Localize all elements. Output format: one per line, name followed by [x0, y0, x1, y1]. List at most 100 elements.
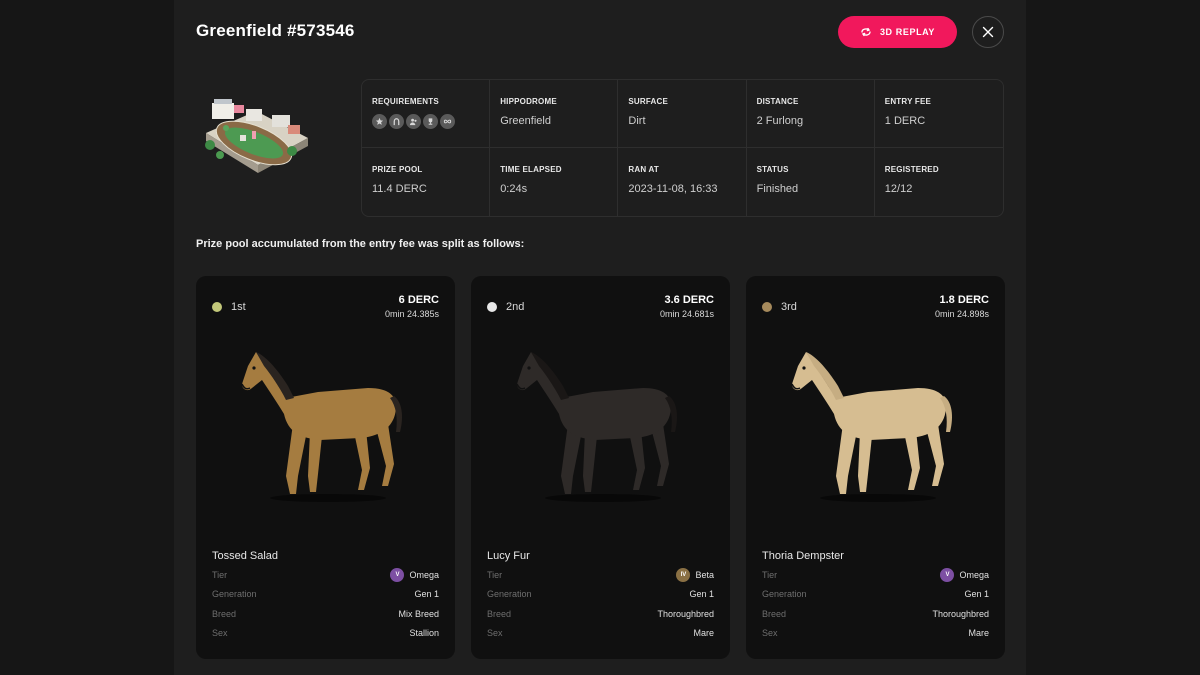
- requirements-cell: REQUIREMENTS: [362, 80, 491, 148]
- tier-label: Tier: [487, 570, 503, 580]
- generation-row: Generation Gen 1: [212, 587, 439, 601]
- sex-value: Stallion: [409, 628, 439, 638]
- registered-cell: REGISTERED 12/12: [875, 148, 1003, 216]
- place-label: 2nd: [506, 301, 525, 313]
- tier-name: Beta: [695, 570, 714, 580]
- status-value: Finished: [756, 183, 799, 195]
- surface-cell: SURFACE Dirt: [618, 80, 747, 148]
- breed-row: Breed Thoroughbred: [762, 607, 989, 621]
- breed-label: Breed: [487, 609, 512, 619]
- horseshoe-icon[interactable]: [389, 114, 404, 129]
- requirements-label: REQUIREMENTS: [372, 97, 439, 106]
- sex-label: Sex: [487, 628, 503, 638]
- tier-badge-icon: V: [940, 568, 955, 582]
- hippodrome-cell: HIPPODROME Greenfield: [490, 80, 619, 148]
- place-label: 3rd: [781, 301, 797, 313]
- infinity-icon[interactable]: [440, 114, 455, 129]
- tier-badge-icon: IV: [676, 568, 691, 582]
- tier-row: Tier IV Beta: [487, 568, 714, 582]
- tier-name: Omega: [959, 570, 989, 580]
- time-elapsed-value: 0:24s: [500, 183, 528, 195]
- horse-image: [236, 336, 416, 506]
- trophy-icon[interactable]: [423, 114, 438, 129]
- hippodrome-label: HIPPODROME: [500, 97, 557, 106]
- prize-pool-label: PRIZE POOL: [372, 165, 423, 174]
- entry-fee-cell: ENTRY FEE 1 DERC: [874, 80, 1003, 148]
- 3d-replay-label: 3D REPLAY: [879, 27, 936, 37]
- horse-name[interactable]: Tossed Salad: [212, 550, 278, 562]
- people-icon[interactable]: [406, 114, 421, 129]
- sex-row: Sex Mare: [487, 626, 714, 640]
- winner-card-2nd[interactable]: 2nd 3.6 DERC 0min 24.681s Lucy Fur Tier …: [471, 276, 730, 659]
- horse-name[interactable]: Thoria Dempster: [762, 550, 844, 562]
- sex-row: Sex Mare: [762, 626, 989, 640]
- tier-value: V Omega: [390, 568, 439, 582]
- prize-pool-value: 11.4 DERC: [372, 183, 427, 195]
- horse-image: [786, 336, 966, 506]
- prize-pool-cell: PRIZE POOL 11.4 DERC: [362, 148, 491, 216]
- registered-value: 12/12: [884, 183, 913, 195]
- race-title: Greenfield #573546: [196, 21, 355, 40]
- tier-badge-icon: V: [390, 568, 405, 582]
- generation-value: Gen 1: [964, 589, 989, 599]
- generation-row: Generation Gen 1: [487, 587, 714, 601]
- tier-value: V Omega: [940, 568, 989, 582]
- replay-icon: [861, 27, 871, 37]
- surface-value: Dirt: [628, 115, 646, 127]
- race-info-grid: REQUIREMENTS HIPPODROME Greenfield SURFA…: [361, 79, 1004, 217]
- horse-name[interactable]: Lucy Fur: [487, 550, 530, 562]
- prize-amount: 1.8 DERC: [939, 294, 989, 306]
- breed-value: Thoroughbred: [657, 609, 714, 619]
- close-button[interactable]: [972, 16, 1004, 48]
- entry-fee-label: ENTRY FEE: [884, 97, 932, 106]
- distance-value: 2 Furlong: [756, 115, 804, 127]
- tier-value: IV Beta: [676, 568, 714, 582]
- time-elapsed-label: TIME ELAPSED: [500, 165, 562, 174]
- distance-cell: DISTANCE 2 Furlong: [746, 80, 875, 148]
- star-icon[interactable]: [372, 114, 387, 129]
- ran-at-cell: RAN AT 2023-11-08, 16:33: [618, 148, 747, 216]
- place-dot: [762, 302, 772, 312]
- generation-value: Gen 1: [414, 589, 439, 599]
- ran-at-label: RAN AT: [628, 165, 659, 174]
- breed-label: Breed: [762, 609, 787, 619]
- sex-label: Sex: [762, 628, 778, 638]
- prize-split-text: Prize pool accumulated from the entry fe…: [196, 238, 525, 250]
- finish-time: 0min 24.385s: [384, 309, 439, 319]
- generation-label: Generation: [762, 589, 807, 599]
- entry-fee-value: 1 DERC: [884, 115, 926, 127]
- generation-label: Generation: [212, 589, 257, 599]
- status-label: STATUS: [756, 165, 789, 174]
- time-elapsed-cell: TIME ELAPSED 0:24s: [490, 148, 619, 216]
- tier-name: Omega: [409, 570, 439, 580]
- hippodrome-value: Greenfield: [500, 115, 551, 127]
- breed-value: Thoroughbred: [932, 609, 989, 619]
- place-dot: [487, 302, 497, 312]
- generation-value: Gen 1: [689, 589, 714, 599]
- winner-card-3rd[interactable]: 3rd 1.8 DERC 0min 24.898s Thoria Dempste…: [746, 276, 1005, 659]
- tier-label: Tier: [212, 570, 228, 580]
- breed-row: Breed Mix Breed: [212, 607, 439, 621]
- tier-row: Tier V Omega: [212, 568, 439, 582]
- prize-amount: 6 DERC: [398, 294, 439, 306]
- registered-label: REGISTERED: [884, 165, 939, 174]
- 3d-replay-button[interactable]: 3D REPLAY: [838, 16, 957, 48]
- finish-time: 0min 24.681s: [659, 309, 714, 319]
- surface-label: SURFACE: [628, 97, 669, 106]
- sex-row: Sex Stallion: [212, 626, 439, 640]
- horse-image: [511, 336, 691, 506]
- requirement-icons: [372, 114, 479, 129]
- finish-time: 0min 24.898s: [934, 309, 989, 319]
- close-icon: [982, 26, 994, 38]
- ran-at-value: 2023-11-08, 16:33: [628, 183, 718, 195]
- prize-amount: 3.6 DERC: [664, 294, 714, 306]
- breed-label: Breed: [212, 609, 237, 619]
- winner-card-1st[interactable]: 1st 6 DERC 0min 24.385s Tossed Salad Tie…: [196, 276, 455, 659]
- sex-label: Sex: [212, 628, 228, 638]
- distance-label: DISTANCE: [756, 97, 799, 106]
- sex-value: Mare: [693, 628, 714, 638]
- hippodrome-track-image: [205, 99, 308, 173]
- sex-value: Mare: [968, 628, 989, 638]
- tier-row: Tier V Omega: [762, 568, 989, 582]
- generation-row: Generation Gen 1: [762, 587, 989, 601]
